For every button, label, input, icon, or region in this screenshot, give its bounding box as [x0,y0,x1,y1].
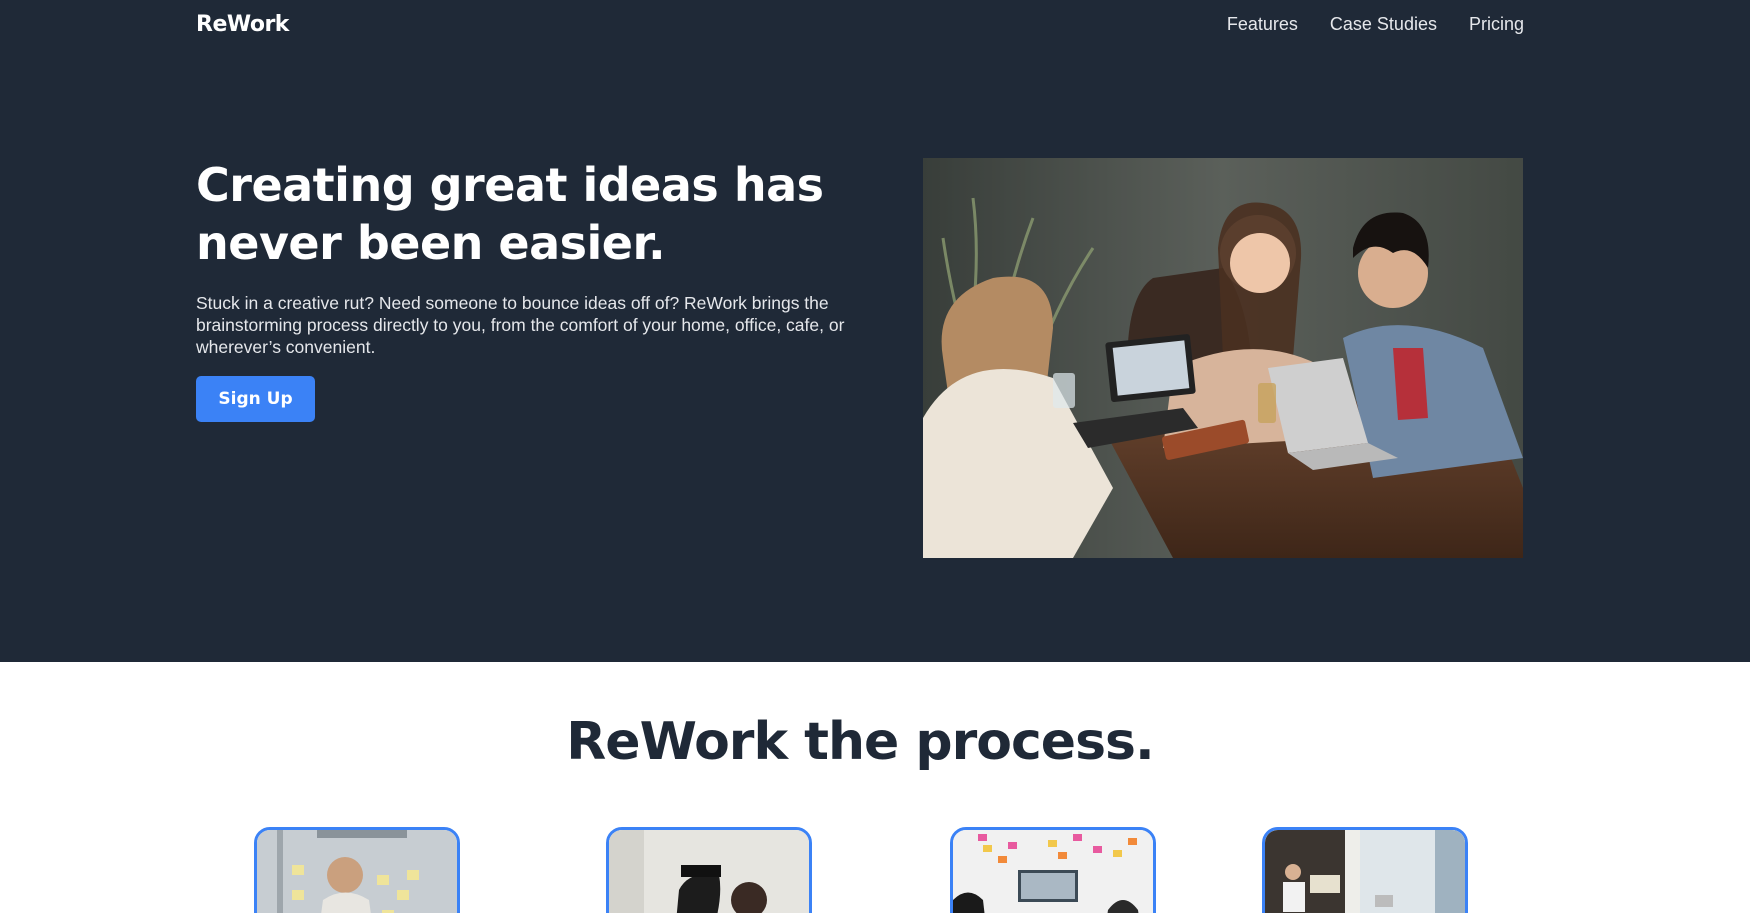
process-card-2[interactable] [606,827,812,913]
process-card-image-4 [1265,830,1465,913]
hero-section: ReWork Features Case Studies Pricing Cre… [0,0,1750,662]
logo[interactable]: ReWork [196,12,289,37]
hero-title: Creating great ideas has never been easi… [196,158,824,270]
sign-up-button[interactable]: Sign Up [196,376,315,422]
main-nav: Features Case Studies Pricing [1227,14,1524,35]
process-card-image-3 [953,830,1153,913]
process-card-image-1 [257,830,457,913]
process-card-1[interactable] [254,827,460,913]
process-section-title: ReWork the process. [566,712,1154,772]
hero-photo-illustration [923,158,1523,558]
nav-link-features[interactable]: Features [1227,14,1298,35]
hero-description: Stuck in a creative rut? Need someone to… [196,293,845,357]
process-card-4[interactable] [1262,827,1468,913]
process-card-3[interactable] [950,827,1156,913]
nav-link-case-studies[interactable]: Case Studies [1330,14,1437,35]
process-card-image-2 [609,830,809,913]
hero-image [923,158,1523,558]
nav-link-pricing[interactable]: Pricing [1469,14,1524,35]
